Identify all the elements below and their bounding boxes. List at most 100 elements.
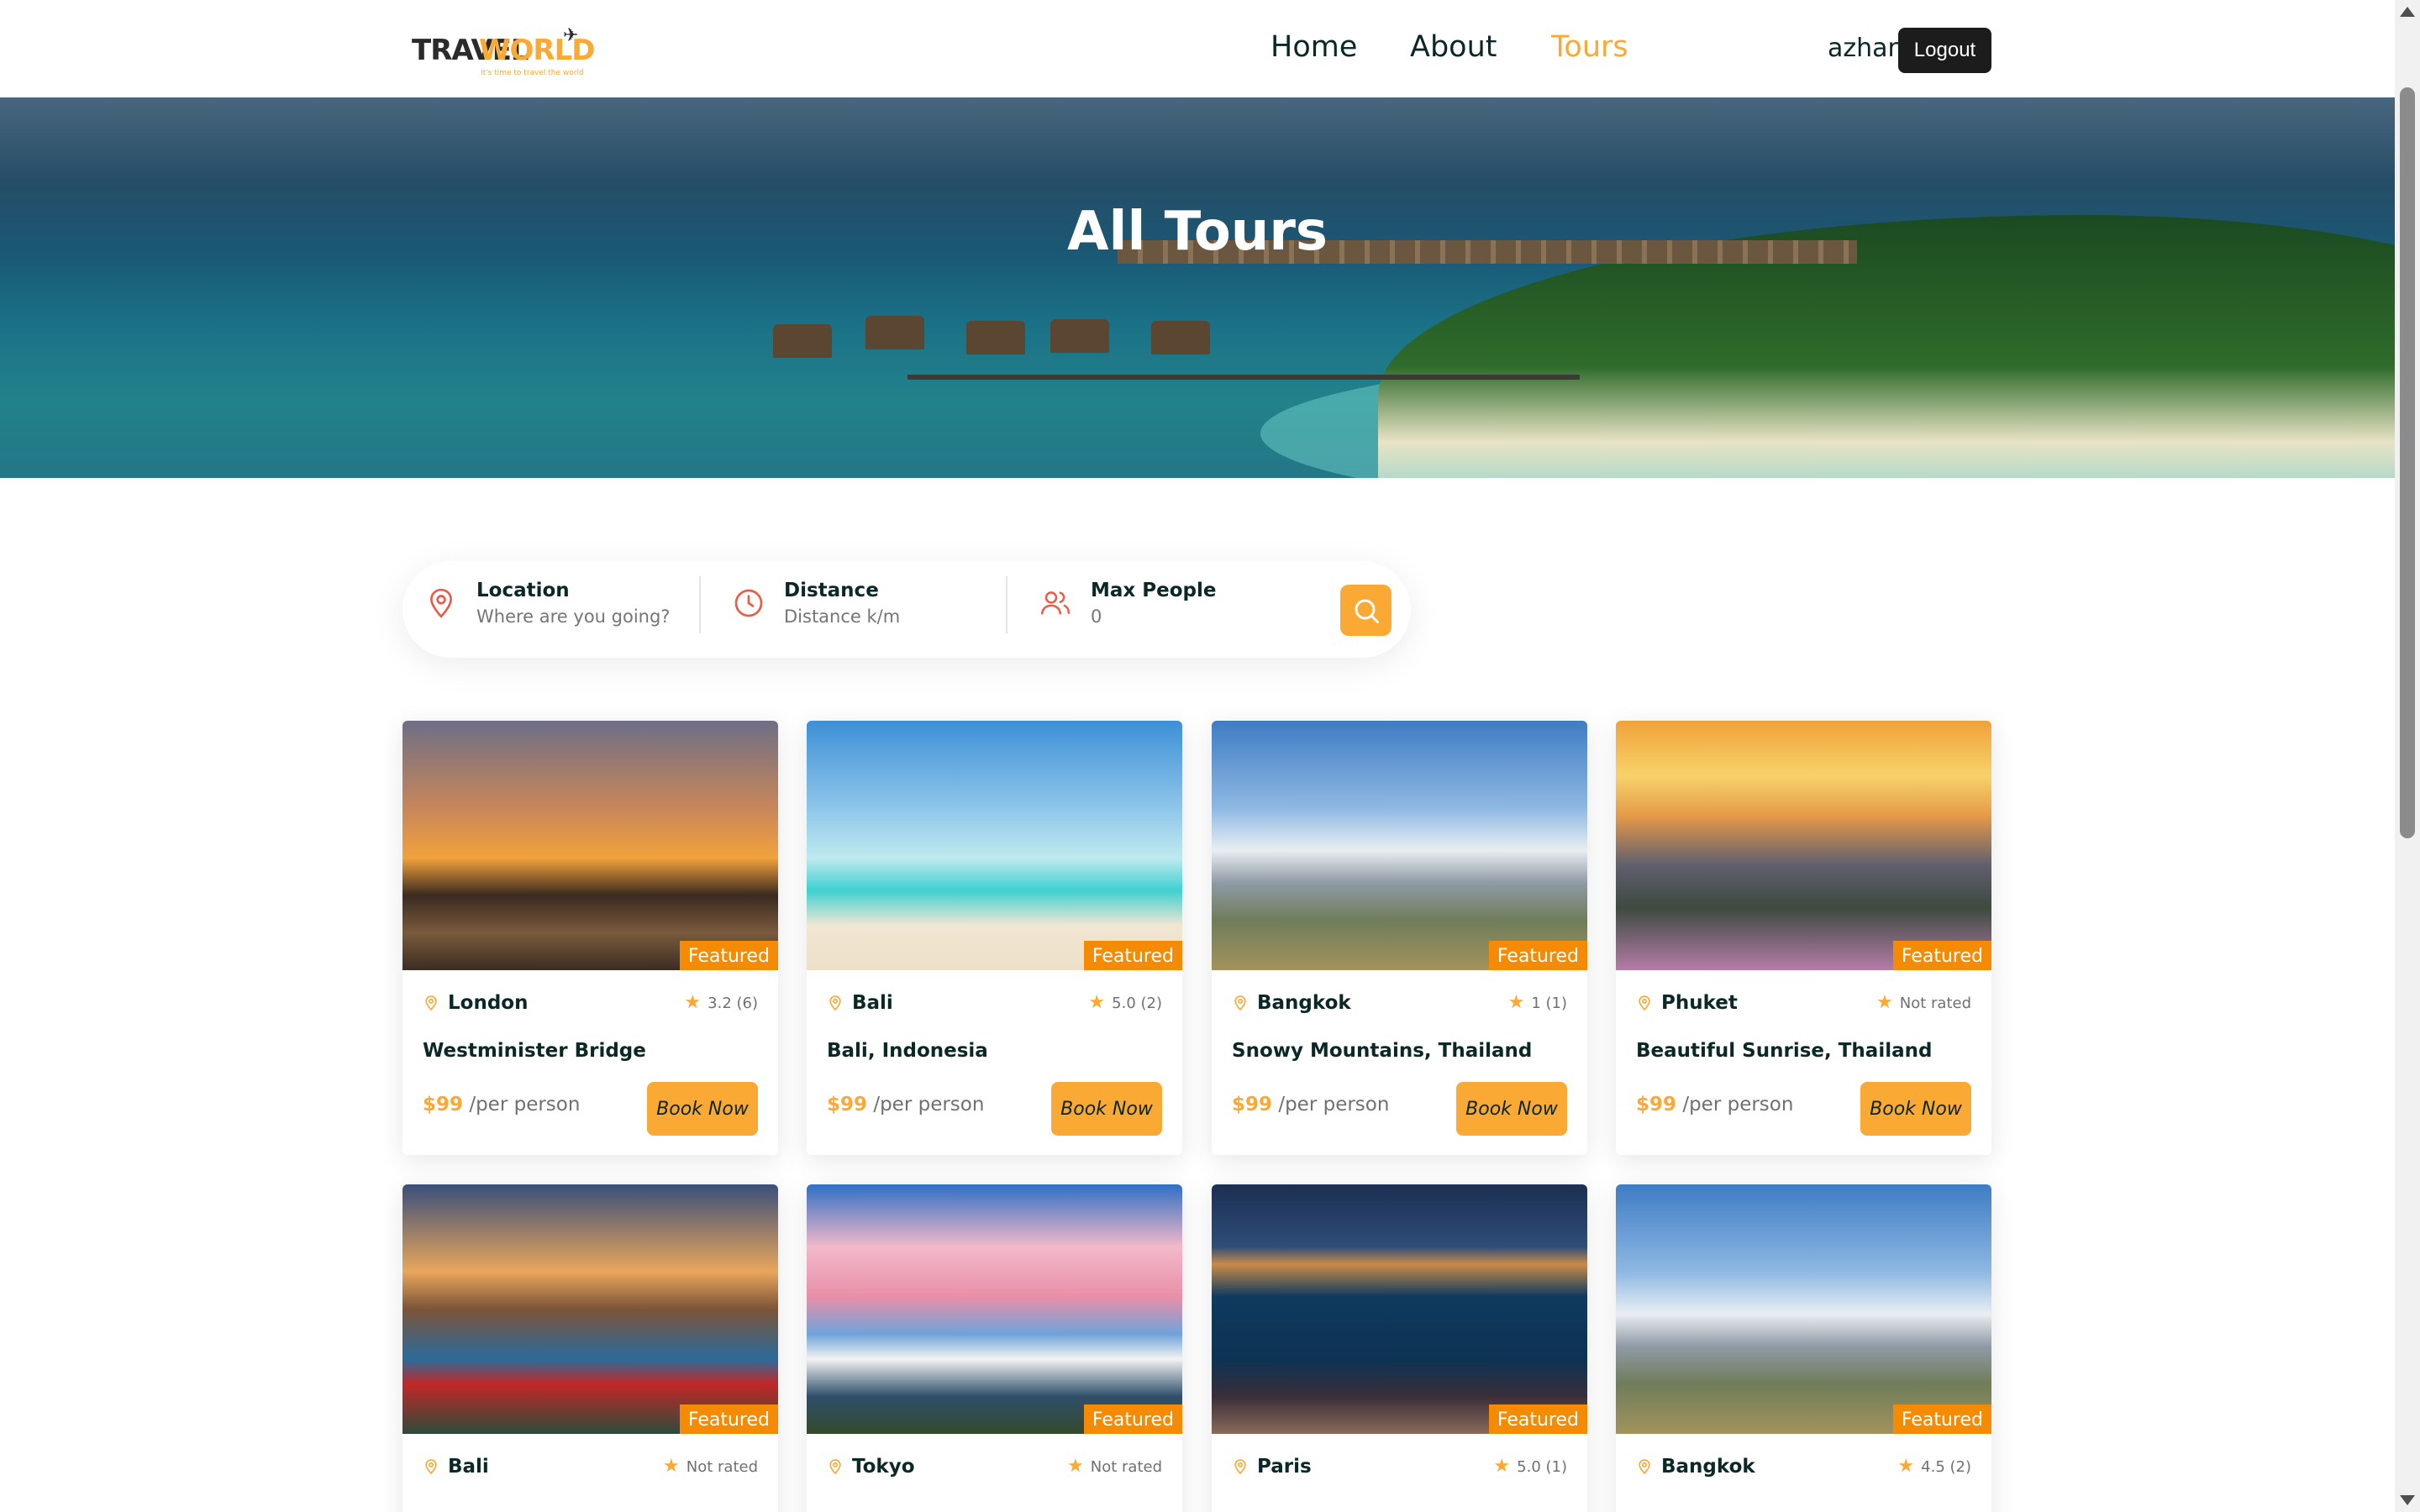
tour-card[interactable]: Featured Bangkok ★ 4.5 (2) <box>1616 1184 1991 1512</box>
price-amount: $99 <box>827 1094 868 1116</box>
nav-link-tours[interactable]: Tours <box>1551 30 1628 64</box>
rating-text: 3.2 (6) <box>708 994 758 1012</box>
field-divider <box>699 576 701 633</box>
tour-title[interactable]: Bali, Indonesia <box>827 1040 988 1062</box>
map-pin-icon <box>1234 995 1246 1011</box>
tour-location: Bangkok <box>1232 992 1351 1014</box>
scrollbar-thumb[interactable] <box>2400 87 2415 838</box>
field-divider <box>1006 576 1007 633</box>
price-unit: /per person <box>469 1094 581 1116</box>
tour-image[interactable]: Featured <box>402 721 778 970</box>
tour-card[interactable]: Featured Bali ★ 5.0 (2) Bali, Indonesia $99 /… <box>807 721 1182 1155</box>
map-pin-icon <box>425 995 437 1011</box>
tour-image[interactable]: Featured <box>807 1184 1182 1434</box>
map-pin-icon <box>1639 1459 1650 1475</box>
tour-rating: ★ 1 (1) <box>1508 994 1567 1012</box>
tour-image[interactable]: Featured <box>1616 721 1991 970</box>
scroll-down-arrow-icon[interactable] <box>2400 1495 2415 1505</box>
scroll-up-arrow-icon[interactable] <box>2400 7 2415 17</box>
tour-city: Bali <box>448 1456 489 1478</box>
tour-city: Phuket <box>1661 992 1738 1014</box>
logo-tagline: It's time to travel the world <box>481 69 584 77</box>
tour-location: Bali <box>827 992 893 1014</box>
tour-card[interactable]: Featured London ★ 3.2 (6) Westminister Bridg… <box>402 721 778 1155</box>
featured-badge: Featured <box>1892 941 1991 970</box>
logo[interactable]: TRAVEL WORLD It's time to travel the wor… <box>410 25 595 81</box>
star-icon: ★ <box>1067 1456 1084 1477</box>
book-now-button[interactable]: Book Now <box>1860 1082 1971 1136</box>
username: azhar <box>1828 34 1898 63</box>
page-scrollbar[interactable] <box>2395 0 2420 1512</box>
tour-title[interactable]: Snowy Mountains, Thailand <box>1232 1040 1532 1062</box>
tour-title[interactable]: Beautiful Sunrise, Thailand <box>1636 1040 1932 1062</box>
rating-text: 5.0 (2) <box>1112 994 1162 1012</box>
location-field: Location <box>424 575 703 633</box>
max-people-input[interactable] <box>1091 606 1318 627</box>
rating-text: 4.5 (2) <box>1921 1457 1971 1476</box>
star-icon: ★ <box>1507 992 1525 1013</box>
featured-badge: Featured <box>1488 941 1587 970</box>
star-icon: ★ <box>1876 992 1893 1013</box>
star-icon: ★ <box>684 992 702 1013</box>
tour-city: Bali <box>852 992 893 1014</box>
price-amount: $99 <box>423 1094 464 1116</box>
tour-image[interactable]: Featured <box>1212 1184 1587 1434</box>
villa-shape <box>1050 319 1109 353</box>
nav-link-home[interactable]: Home <box>1270 30 1357 64</box>
distance-input[interactable] <box>784 606 1011 627</box>
max-people-label: Max People <box>1091 580 1217 601</box>
tour-price: $99 /per person <box>1232 1094 1389 1116</box>
boardwalk-shape <box>908 375 1580 380</box>
tour-image[interactable]: Featured <box>1212 721 1587 970</box>
price-unit: /per person <box>873 1094 985 1116</box>
tour-location: Paris <box>1232 1456 1312 1478</box>
nav-link-about[interactable]: About <box>1410 30 1497 64</box>
featured-badge: Featured <box>1892 1404 1991 1434</box>
tour-rating: ★ 3.2 (6) <box>684 994 758 1012</box>
location-input[interactable] <box>476 606 703 627</box>
tour-card[interactable]: Featured Bangkok ★ 1 (1) Snowy Mountains, Th… <box>1212 721 1587 1155</box>
rating-text: 5.0 (1) <box>1517 1457 1567 1476</box>
tour-city: London <box>448 992 529 1014</box>
tour-location: Bali <box>423 1456 489 1478</box>
book-now-button[interactable]: Book Now <box>1051 1082 1162 1136</box>
location-label: Location <box>476 580 570 601</box>
tour-image[interactable]: Featured <box>1616 1184 1991 1434</box>
search-button[interactable] <box>1340 585 1392 636</box>
tour-rating: ★ Not rated <box>1876 994 1971 1012</box>
price-unit: /per person <box>1682 1094 1794 1116</box>
featured-badge: Featured <box>679 941 778 970</box>
tour-rating: ★ Not rated <box>1067 1457 1162 1476</box>
star-icon: ★ <box>1088 992 1106 1013</box>
tour-card[interactable]: Featured Phuket ★ Not rated Beautiful Sunris… <box>1616 721 1991 1155</box>
tour-price: $99 /per person <box>423 1094 580 1116</box>
villa-shape <box>1151 321 1210 354</box>
max-people-field: Max People <box>1039 575 1318 633</box>
map-pin-icon <box>425 1459 437 1475</box>
clock-icon <box>734 589 763 617</box>
book-now-button[interactable]: Book Now <box>647 1082 758 1136</box>
page: TRAVEL WORLD It's time to travel the wor… <box>0 0 2420 1512</box>
tour-price: $99 /per person <box>827 1094 984 1116</box>
page-title: All Tours <box>1066 201 1328 263</box>
map-pin-icon <box>829 1459 841 1475</box>
tour-price: $99 /per person <box>1636 1094 1793 1116</box>
tour-image[interactable]: Featured <box>402 1184 778 1434</box>
tour-card[interactable]: Featured Tokyo ★ Not rated <box>807 1184 1182 1512</box>
featured-badge: Featured <box>679 1404 778 1434</box>
tour-location: Phuket <box>1636 992 1738 1014</box>
rating-text: Not rated <box>686 1457 758 1476</box>
logout-button[interactable]: Logout <box>1898 28 1991 73</box>
tour-rating: ★ Not rated <box>663 1457 758 1476</box>
star-icon: ★ <box>1897 1456 1915 1477</box>
hero-banner: All Tours <box>0 97 2395 478</box>
tour-title[interactable]: Westminister Bridge <box>423 1040 646 1062</box>
tour-card[interactable]: Featured Paris ★ 5.0 (1) <box>1212 1184 1587 1512</box>
tour-rating: ★ 4.5 (2) <box>1897 1457 1971 1476</box>
tour-city: Tokyo <box>852 1456 915 1478</box>
book-now-button[interactable]: Book Now <box>1456 1082 1567 1136</box>
tour-card[interactable]: Featured Bali ★ Not rated <box>402 1184 778 1512</box>
tour-image[interactable]: Featured <box>807 721 1182 970</box>
villas-group <box>773 316 1210 375</box>
price-amount: $99 <box>1232 1094 1273 1116</box>
